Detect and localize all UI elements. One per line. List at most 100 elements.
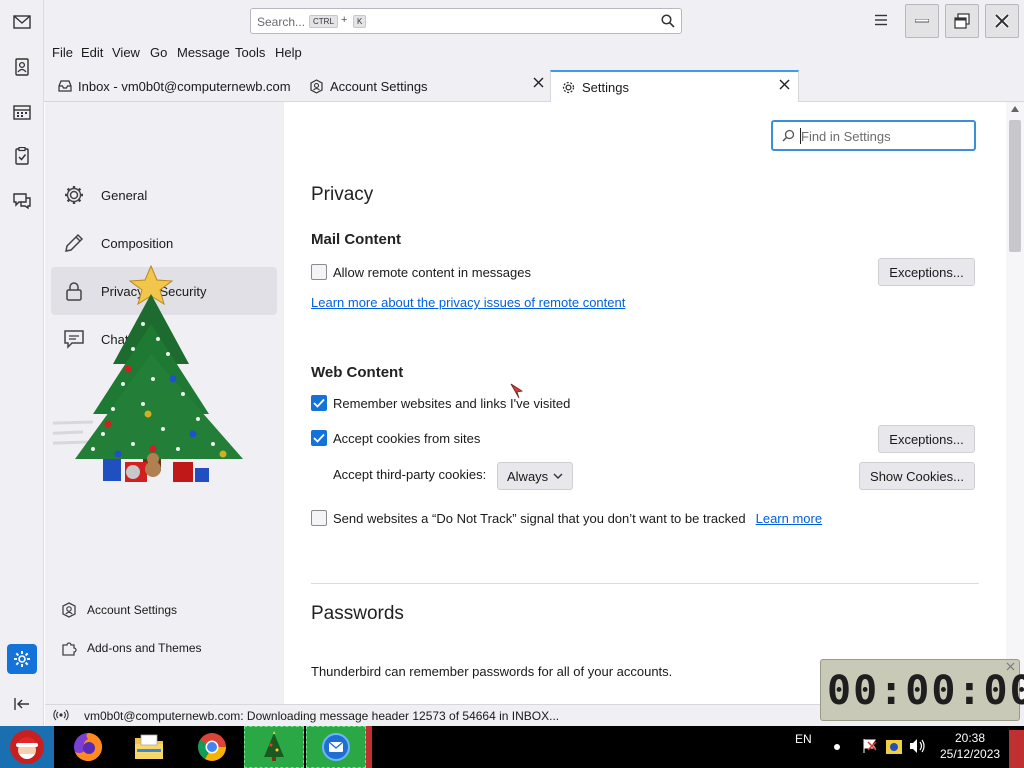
menu-view[interactable]: View	[112, 45, 140, 60]
thunderbird-icon[interactable]	[306, 726, 366, 768]
firefox-icon[interactable]	[66, 726, 110, 768]
show-cookies-button[interactable]: Show Cookies...	[859, 462, 975, 490]
accept-cookies-checkbox[interactable]	[311, 430, 327, 446]
tab-account-settings[interactable]: Account Settings	[297, 70, 550, 102]
pencil-icon	[63, 232, 87, 254]
restore-button[interactable]	[945, 4, 979, 38]
action-center-flag-icon[interactable]	[862, 738, 878, 754]
account-settings-icon	[61, 602, 77, 618]
accept-cookies-label: Accept cookies from sites	[333, 430, 481, 446]
start-button[interactable]	[0, 726, 54, 768]
app-menu-icon[interactable]	[874, 14, 888, 26]
section-divider	[311, 583, 979, 584]
web-content-heading: Web Content	[311, 364, 404, 381]
scroll-up-icon[interactable]	[1011, 106, 1019, 112]
nav-footer-account-settings[interactable]: Account Settings	[61, 602, 177, 618]
language-indicator[interactable]: EN	[795, 732, 812, 746]
nav-item-label: Composition	[101, 235, 174, 251]
learn-privacy-row: Learn more about the privacy issues of r…	[311, 295, 625, 310]
do-not-track-row[interactable]: Send websites a “Do Not Track” signal th…	[311, 510, 822, 526]
settings-content: Find in Settings Privacy Mail Content Al…	[284, 102, 1006, 704]
christmas-tree-overlay	[53, 254, 263, 494]
tab-bar: Inbox - vm0b0t@computernewb.com Account …	[44, 64, 1024, 103]
do-not-track-learn-more-link[interactable]: Learn more	[756, 511, 822, 526]
nav-item-general[interactable]: General	[51, 171, 277, 219]
clock-date[interactable]: 25/12/2023	[940, 747, 1000, 761]
remember-websites-label: Remember websites and links I've visited	[333, 395, 571, 411]
show-desktop-button[interactable]	[1009, 730, 1024, 768]
nav-footer-label: Account Settings	[87, 603, 178, 617]
gear-icon	[63, 184, 87, 206]
learn-privacy-link[interactable]: Learn more about the privacy issues of r…	[311, 295, 625, 310]
tab-account-settings-label: Account Settings	[330, 78, 428, 94]
settings-nav: General Composition Privacy & Security C…	[45, 102, 284, 704]
global-search-input[interactable]: Search... CTRL + K	[250, 8, 682, 34]
chat-space-icon[interactable]	[7, 186, 37, 216]
mail-content-heading: Mail Content	[311, 231, 401, 248]
do-not-track-label: Send websites a “Do Not Track” signal th…	[333, 510, 746, 526]
tray-app-icon[interactable]	[884, 736, 904, 756]
taskbar-app-marker	[366, 726, 372, 768]
accept-cookies-row[interactable]: Accept cookies from sites	[311, 430, 480, 446]
close-widget-icon[interactable]	[1006, 662, 1015, 671]
cookie-exceptions-button[interactable]: Exceptions...	[878, 425, 975, 453]
allow-remote-content-row[interactable]: Allow remote content in messages	[311, 264, 531, 280]
gear-icon	[561, 80, 576, 95]
title-bar: Search... CTRL + K	[44, 0, 1024, 42]
settings-scrollbar[interactable]	[1006, 102, 1024, 704]
tasks-icon[interactable]	[7, 141, 37, 171]
file-explorer-icon[interactable]	[127, 726, 171, 768]
allow-remote-content-label: Allow remote content in messages	[333, 264, 531, 280]
tab-settings[interactable]: Settings	[550, 70, 799, 103]
close-window-button[interactable]	[985, 4, 1019, 38]
christmas-tree-app-icon[interactable]	[244, 726, 304, 768]
spaces-toolbar	[0, 0, 44, 726]
collapse-spaces-icon[interactable]	[7, 689, 37, 719]
search-icon	[782, 129, 795, 142]
find-in-settings-input[interactable]: Find in Settings	[771, 120, 976, 151]
menu-go[interactable]: Go	[150, 45, 167, 60]
do-not-track-checkbox[interactable]	[311, 510, 327, 526]
calendar-icon[interactable]	[7, 97, 37, 127]
search-placeholder: Search...	[257, 15, 306, 29]
third-party-cookies-value: Always	[507, 468, 549, 484]
remember-websites-row[interactable]: Remember websites and links I've visited	[311, 395, 570, 411]
menu-bar: File Edit View Go Message Tools Help	[44, 42, 1024, 64]
passwords-description-row: Thunderbird can remember passwords for a…	[311, 664, 672, 679]
close-tab-icon[interactable]	[533, 77, 544, 88]
minimize-button[interactable]	[905, 4, 939, 38]
chevron-down-icon	[553, 473, 563, 479]
passwords-description: Thunderbird can remember passwords for a…	[311, 664, 673, 679]
close-tab-icon[interactable]	[779, 79, 790, 90]
privacy-heading: Privacy	[311, 184, 374, 205]
menu-message[interactable]: Message	[177, 45, 230, 60]
remember-websites-checkbox[interactable]	[311, 395, 327, 411]
volume-icon[interactable]	[908, 738, 926, 754]
menu-file[interactable]: File	[52, 45, 73, 60]
passwords-heading: Passwords	[311, 603, 404, 624]
menu-help[interactable]: Help	[275, 45, 302, 60]
status-text: vm0b0t@computernewb.com: Downloading mes…	[84, 709, 560, 723]
nav-footer-label: Add-ons and Themes	[87, 641, 202, 655]
shortcut-key-k: K	[353, 15, 367, 28]
remote-content-exceptions-button[interactable]: Exceptions...	[878, 258, 975, 286]
scrollbar-thumb[interactable]	[1009, 120, 1021, 252]
address-book-icon[interactable]	[7, 52, 37, 82]
tray-dot-icon	[834, 744, 840, 750]
search-icon[interactable]	[661, 14, 675, 28]
menu-edit[interactable]: Edit	[81, 45, 103, 60]
mail-space-icon[interactable]	[7, 7, 37, 37]
third-party-cookies-select[interactable]: Always	[497, 462, 573, 490]
allow-remote-content-checkbox[interactable]	[311, 264, 327, 280]
nav-footer-addons-themes[interactable]: Add-ons and Themes	[61, 640, 202, 656]
tab-inbox[interactable]: Inbox - vm0b0t@computernewb.com	[44, 70, 297, 102]
menu-tools[interactable]: Tools	[235, 45, 265, 60]
nav-item-label: General	[101, 187, 148, 203]
settings-space-icon[interactable]	[7, 644, 37, 674]
tab-inbox-label: Inbox - vm0b0t@computernewb.com	[78, 78, 291, 94]
clock-widget: 00:00:00	[820, 659, 1024, 721]
chrome-icon[interactable]	[190, 726, 234, 768]
activity-icon	[53, 709, 69, 721]
taskbar: EN 20:38 25/12/2023	[0, 726, 1024, 768]
clock-time[interactable]: 20:38	[955, 731, 985, 745]
